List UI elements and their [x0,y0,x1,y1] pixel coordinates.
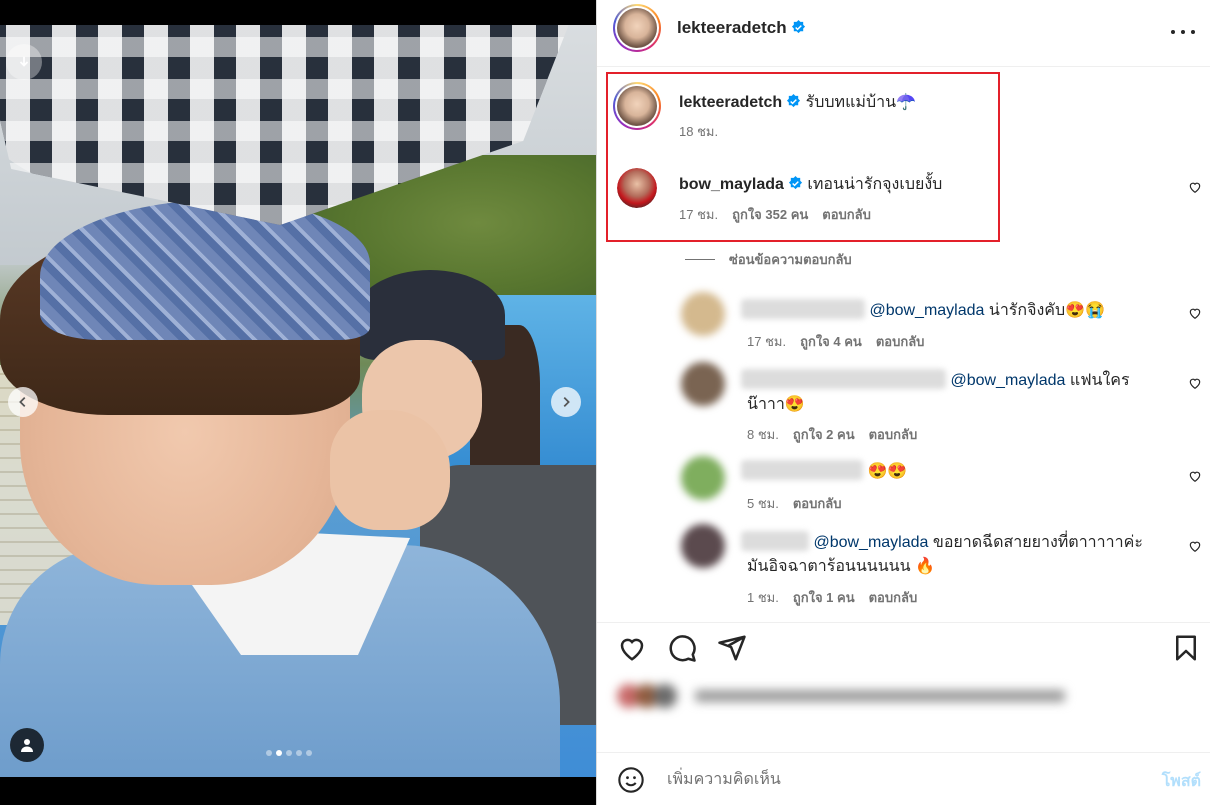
like-heart-icon[interactable] [617,633,647,663]
like-reply-heart-icon[interactable] [1188,469,1202,483]
reply-button[interactable]: ตอบกลับ [869,590,918,605]
caption: lekteeradetch รับบทแม่บ้าน☂️ [679,90,916,115]
reply-time[interactable]: 5 ชม. [747,496,779,511]
carousel-dot [306,750,312,756]
more-options-icon[interactable] [1171,22,1195,42]
reply-likes[interactable]: ถูกใจ 1 คน [793,590,855,605]
reply-avatar[interactable] [681,524,725,568]
post-actions [597,622,1210,672]
blurred-username[interactable] [741,531,809,551]
comment-bar: โพสต์ [597,752,1210,805]
share-icon[interactable] [717,633,747,663]
reply-2: @bow_maylada แฟนใคร [741,368,1130,393]
comment-input[interactable] [667,767,1107,793]
chevron-left-icon [19,397,26,407]
like-reply-heart-icon[interactable] [1188,306,1202,320]
carousel-dot [286,750,292,756]
carousel-prev-button[interactable] [8,387,38,417]
reply-meta: 5 ชม. ตอบกลับ [747,493,841,514]
verified-badge-icon [791,20,805,34]
reply-time[interactable]: 1 ชม. [747,590,779,605]
carousel-indicator [266,750,312,756]
reply-meta: 17 ชม. ถูกใจ 4 คน ตอบกลับ [747,331,924,352]
like-reply-heart-icon[interactable] [1188,376,1202,390]
chevron-right-icon [563,397,570,407]
reply-2-line2: น๊าาา😍 [747,396,805,413]
save-bookmark-icon[interactable] [1171,633,1201,663]
reply-1: @bow_maylada น่ารักจิงคับ😍😭 [741,298,1105,323]
comment-likes[interactable]: ถูกใจ 352 คน [732,207,808,222]
reply-button[interactable]: ตอบกลับ [793,496,842,511]
post-header: lekteeradetch [597,0,1210,67]
carousel-dot [296,750,302,756]
reply-button[interactable]: ตอบกลับ [822,207,871,222]
reply-4: @bow_maylada ขอยาดฉีดสายยางที่ตาาาาาค่ะ [741,530,1143,555]
reply-avatar[interactable] [681,362,725,406]
caption-meta: 18 ชม. [679,121,718,142]
reply-likes[interactable]: ถูกใจ 4 คน [800,334,862,349]
hide-replies-button[interactable]: ซ่อนข้อความตอบกลับ [685,249,852,270]
verified-badge-icon [788,176,802,190]
user-icon [21,739,33,752]
like-reply-heart-icon[interactable] [1188,539,1202,553]
reply-3: 😍😍 [741,460,907,481]
download-icon[interactable] [6,44,42,80]
carousel-dot-active [276,750,282,756]
caption-time[interactable]: 18 ชม. [679,124,718,139]
reply-likes[interactable]: ถูกใจ 2 คน [793,427,855,442]
carousel-dot [266,750,272,756]
author-username[interactable]: lekteeradetch [677,18,787,37]
blurred-username[interactable] [741,299,865,319]
comment-meta: 17 ชม. ถูกใจ 352 คน ตอบกลับ [679,204,871,225]
reply-meta: 1 ชม. ถูกใจ 1 คน ตอบกลับ [747,587,917,608]
emoji-icon[interactable] [617,766,645,794]
verified-badge-icon [787,94,801,108]
author-avatar[interactable] [613,4,661,52]
reply-text: ขอยาดฉีดสายยางที่ตาาาาาค่ะ [932,534,1143,551]
reply-avatar[interactable] [681,292,725,336]
post-comment-button[interactable]: โพสต์ [1162,769,1201,794]
reply-mention[interactable]: @bow_maylada [950,372,1065,389]
post-photo[interactable] [0,25,596,777]
likes-summary-blurred[interactable] [617,682,1067,712]
reply-button[interactable]: ตอบกลับ [869,427,918,442]
reply-mention[interactable]: @bow_maylada [869,302,984,319]
caption-text: รับบทแม่บ้าน☂️ [805,94,916,111]
reply-4-line2: มันอิจฉาตาร้อนนนนนน 🔥 [747,558,935,575]
reply-text: 😍😍 [867,463,908,480]
carousel-next-button[interactable] [551,387,581,417]
post-media [0,0,596,805]
caption-username[interactable]: lekteeradetch [679,94,782,111]
like-comment-heart-icon[interactable] [1188,180,1202,194]
commenter-avatar[interactable] [617,168,657,208]
reply-button[interactable]: ตอบกลับ [876,334,925,349]
comment-time[interactable]: 17 ชม. [679,207,718,222]
reply-avatar[interactable] [681,456,725,500]
reply-text: แฟนใคร [1069,372,1130,389]
hide-replies-label: ซ่อนข้อความตอบกลับ [729,252,852,267]
post-side-panel: lekteeradetch lekteeradetch รับบทแม่บ้าน… [596,0,1210,805]
caption-author-avatar[interactable] [613,82,661,130]
reply-time[interactable]: 17 ชม. [747,334,786,349]
reply-mention[interactable]: @bow_maylada [813,534,928,551]
reply-text: น่ารักจิงคับ😍😭 [988,302,1105,319]
blurred-username[interactable] [741,460,863,480]
highlighted-comment: bow_maylada เทอนน่ารักจุงเบยงั้บ [679,172,942,197]
comment-icon[interactable] [667,633,697,663]
comment-text: เทอนน่ารักจุงเบยงั้บ [807,176,943,193]
reply-time[interactable]: 8 ชม. [747,427,779,442]
comment-username[interactable]: bow_maylada [679,176,784,193]
tagged-users-button[interactable] [10,728,44,762]
reply-meta: 8 ชม. ถูกใจ 2 คน ตอบกลับ [747,424,917,445]
blurred-username[interactable] [741,369,946,389]
